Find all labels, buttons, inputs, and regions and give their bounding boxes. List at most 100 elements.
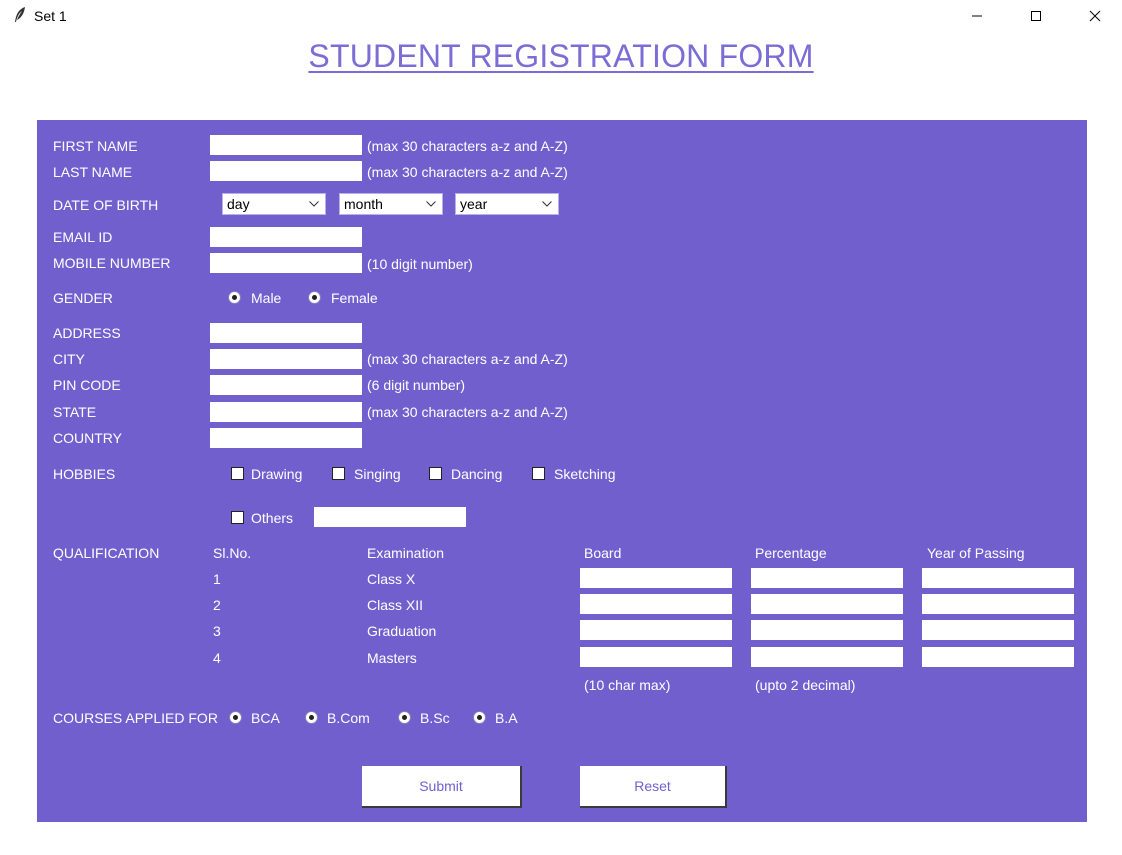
feather-icon [15, 7, 25, 22]
course-ba-radio[interactable] [473, 711, 486, 724]
qual-header-board: Board [584, 545, 622, 561]
class-xii-year-input[interactable] [922, 594, 1074, 614]
gender-label: GENDER [53, 290, 113, 306]
hobby-drawing-checkbox[interactable] [231, 467, 244, 480]
email-label: EMAIL ID [53, 229, 113, 245]
course-bsc-radio[interactable] [398, 711, 411, 724]
first-name-hint: (max 30 characters a-z and A-Z) [367, 138, 568, 154]
mobile-label: MOBILE NUMBER [53, 255, 171, 271]
registration-panel: FIRST NAME (max 30 characters a-z and A-… [37, 120, 1087, 822]
qual-header-sno: Sl.No. [213, 545, 252, 561]
hobby-singing-label: Singing [354, 466, 401, 482]
class-x-year-input[interactable] [922, 568, 1074, 588]
mobile-hint: (10 digit number) [367, 256, 473, 272]
state-hint: (max 30 characters a-z and A-Z) [367, 404, 568, 420]
masters-percentage-input[interactable] [751, 647, 903, 667]
country-label: COUNTRY [53, 430, 122, 446]
city-input[interactable] [210, 349, 362, 369]
state-label: STATE [53, 404, 97, 420]
hobby-others-input[interactable] [314, 507, 466, 527]
qual-header-percentage: Percentage [755, 545, 827, 561]
qualification-label: QUALIFICATION [53, 545, 160, 561]
year-select[interactable]: year [455, 193, 559, 215]
class-xii-board-input[interactable] [580, 594, 732, 614]
minimize-icon [972, 15, 982, 17]
qual-row-sno: 4 [213, 650, 221, 666]
masters-year-input[interactable] [922, 647, 1074, 667]
hobby-others-label: Others [251, 510, 294, 526]
class-xii-percentage-input[interactable] [751, 594, 903, 614]
hobby-singing-checkbox[interactable] [332, 467, 345, 480]
qual-row-exam: Class XII [367, 597, 424, 613]
title-bar: Set 1 [0, 0, 1122, 32]
close-button[interactable] [1072, 0, 1118, 32]
gender-female-radio[interactable] [308, 291, 321, 304]
qual-row-sno: 2 [213, 597, 221, 613]
course-bcom-label: B.Com [327, 710, 370, 726]
course-bca-radio[interactable] [229, 711, 242, 724]
day-select-value: day [227, 196, 250, 212]
maximize-button[interactable] [1013, 0, 1059, 32]
pin-code-hint: (6 digit number) [367, 377, 466, 393]
masters-board-input[interactable] [580, 647, 732, 667]
day-select[interactable]: day [222, 193, 326, 215]
year-select-value: year [460, 196, 488, 212]
address-input[interactable] [210, 323, 362, 343]
hobby-drawing-label: Drawing [251, 466, 303, 482]
first-name-label: FIRST NAME [53, 138, 138, 154]
month-select-value: month [344, 196, 383, 212]
board-hint: (10 char max) [584, 677, 671, 693]
graduation-year-input[interactable] [922, 620, 1074, 640]
course-bcom-radio[interactable] [305, 711, 318, 724]
state-input[interactable] [210, 402, 362, 422]
last-name-input[interactable] [210, 161, 362, 181]
last-name-label: LAST NAME [53, 164, 133, 180]
qual-row-exam: Masters [367, 650, 417, 666]
qual-header-exam: Examination [367, 545, 445, 561]
gender-male-label: Male [251, 290, 282, 306]
form-title: STUDENT REGISTRATION FORM [308, 38, 814, 74]
gender-male-radio[interactable] [228, 291, 241, 304]
class-x-board-input[interactable] [580, 568, 732, 588]
course-ba-label: B.A [495, 710, 518, 726]
minimize-button[interactable] [954, 0, 1000, 32]
submit-button[interactable]: Submit [362, 766, 522, 808]
gender-female-label: Female [331, 290, 378, 306]
qual-row-exam: Class X [367, 571, 416, 587]
hobby-sketching-checkbox[interactable] [532, 467, 545, 480]
hobby-others-checkbox[interactable] [231, 511, 244, 524]
city-label: CITY [53, 351, 85, 367]
graduation-board-input[interactable] [580, 620, 732, 640]
month-select[interactable]: month [339, 193, 443, 215]
mobile-input[interactable] [210, 253, 362, 273]
hobby-sketching-label: Sketching [554, 466, 616, 482]
class-x-percentage-input[interactable] [751, 568, 903, 588]
qual-row-sno: 1 [213, 571, 221, 587]
course-bca-label: BCA [251, 710, 280, 726]
pin-code-label: PIN CODE [53, 377, 121, 393]
country-input[interactable] [210, 428, 362, 448]
qual-row-sno: 3 [213, 623, 221, 639]
last-name-hint: (max 30 characters a-z and A-Z) [367, 164, 568, 180]
hobby-dancing-checkbox[interactable] [429, 467, 442, 480]
courses-label: COURSES APPLIED FOR [53, 710, 218, 726]
maximize-icon [1031, 11, 1041, 21]
qual-header-year: Year of Passing [927, 545, 1025, 561]
window-title: Set 1 [34, 8, 67, 24]
pin-code-input[interactable] [210, 375, 362, 395]
city-hint: (max 30 characters a-z and A-Z) [367, 351, 568, 367]
hobby-dancing-label: Dancing [451, 466, 503, 482]
address-label: ADDRESS [53, 325, 121, 341]
email-input[interactable] [210, 227, 362, 247]
qual-row-exam: Graduation [367, 623, 437, 639]
close-icon [1089, 10, 1101, 22]
chevron-down-icon [426, 201, 436, 207]
first-name-input[interactable] [210, 135, 362, 155]
reset-button[interactable]: Reset [580, 766, 727, 808]
chevron-down-icon [542, 201, 552, 207]
graduation-percentage-input[interactable] [751, 620, 903, 640]
hobbies-label: HOBBIES [53, 466, 116, 482]
course-bsc-label: B.Sc [420, 710, 450, 726]
dob-label: DATE OF BIRTH [53, 197, 159, 213]
percentage-hint: (upto 2 decimal) [755, 677, 856, 693]
